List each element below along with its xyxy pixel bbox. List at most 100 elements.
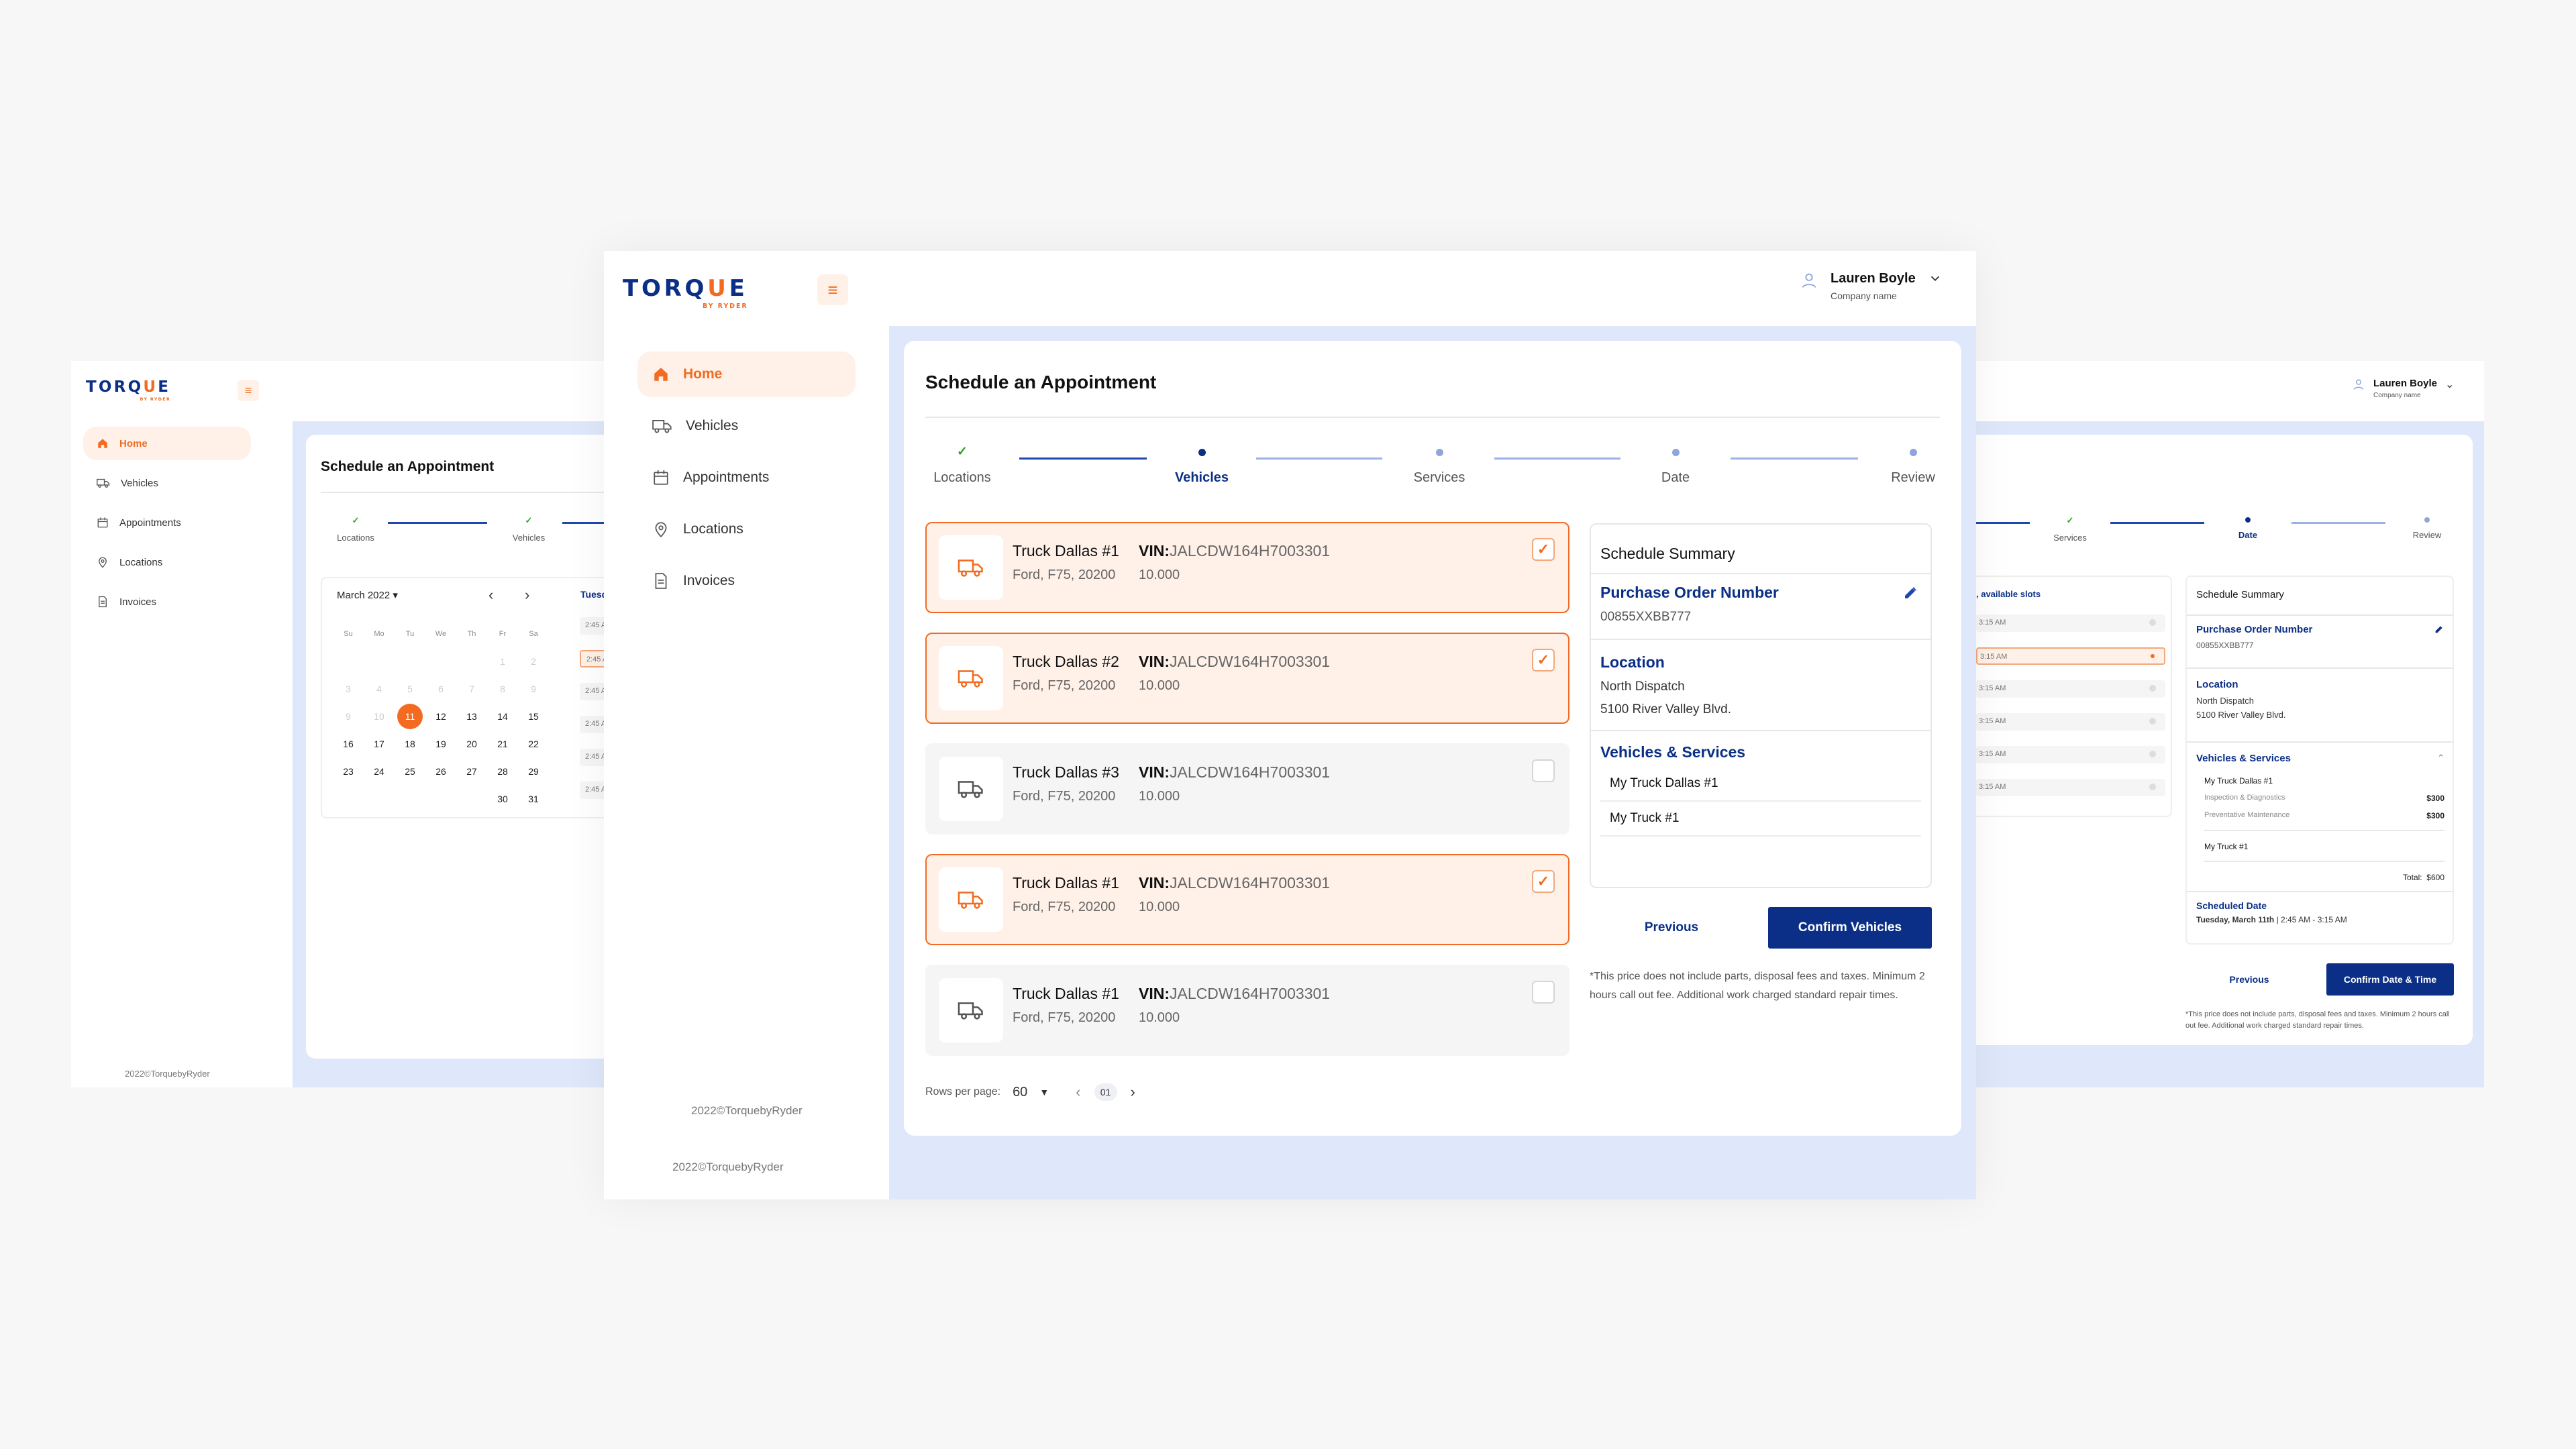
sidebar-item-vehicles[interactable]: Vehicles	[637, 403, 856, 449]
sidebar-item-label: Appointments	[119, 517, 181, 529]
calendar-day[interactable]: 9	[518, 675, 549, 702]
vehicle-card[interactable]: Truck Dallas #1 Ford, F75, 20200 VIN:JAL…	[925, 522, 1569, 613]
vehicle-mileage: 10.000	[1139, 678, 1180, 693]
time-slot[interactable]: 2:45 AM	[580, 617, 604, 635]
menu-toggle-button[interactable]: ≡	[238, 380, 259, 401]
calendar-day[interactable]: 21	[487, 730, 518, 757]
vehicle-card[interactable]: Truck Dallas #1 Ford, F75, 20200 VIN:JAL…	[925, 965, 1569, 1056]
time-slot[interactable]: 3:15 AM	[1976, 713, 2165, 731]
calendar-day[interactable]: 12	[425, 702, 456, 730]
rows-per-page-select[interactable]: 60	[1013, 1085, 1027, 1100]
step-review[interactable]: Review	[2387, 515, 2467, 540]
time-slot[interactable]: 2:45 AM	[580, 749, 604, 766]
vehicle-card[interactable]: Truck Dallas #3 Ford, F75, 20200 VIN:JAL…	[925, 743, 1569, 835]
vehicle-checkbox[interactable]	[1532, 759, 1555, 782]
vehicle-card[interactable]: Truck Dallas #1 Ford, F75, 20200 VIN:JAL…	[925, 854, 1569, 945]
calendar-day	[333, 647, 364, 675]
step-locations[interactable]: ✓ Locations	[925, 445, 999, 486]
caret-down-icon[interactable]: ▼	[1039, 1087, 1049, 1097]
time-slot[interactable]: 2:45 AM	[580, 683, 604, 700]
calendar-day[interactable]: 30	[487, 785, 518, 812]
calendar-day[interactable]: 3	[333, 675, 364, 702]
calendar-day[interactable]: 11	[397, 703, 423, 729]
calendar-day[interactable]: 4	[364, 675, 395, 702]
step-date[interactable]: Date	[1635, 445, 1716, 486]
calendar-day[interactable]: 24	[364, 757, 395, 785]
chevron-up-icon[interactable]: ⌃	[2437, 753, 2444, 763]
step-review[interactable]: Review	[1873, 445, 1953, 486]
time-slot[interactable]: 3:15 AM	[1976, 746, 2165, 763]
calendar-day[interactable]: 17	[364, 730, 395, 757]
vehicle-mileage: 10.000	[1139, 568, 1180, 582]
user-menu[interactable]: Lauren Boyle Company name ⌄	[2352, 378, 2454, 399]
next-month-button[interactable]: ›	[525, 586, 529, 604]
edit-pencil-icon[interactable]	[1902, 585, 1918, 601]
calendar-day[interactable]: 15	[518, 702, 549, 730]
calendar-day[interactable]: 19	[425, 730, 456, 757]
calendar-day[interactable]: 9	[333, 702, 364, 730]
user-menu[interactable]: Lauren Boyle Company name	[1800, 271, 1943, 301]
calendar-day[interactable]: 7	[456, 675, 487, 702]
sidebar-item-locations[interactable]: Locations	[83, 545, 251, 579]
vehicle-checkbox[interactable]	[1532, 981, 1555, 1004]
sidebar-item-appointments[interactable]: Appointments	[637, 455, 856, 500]
sidebar-item-home[interactable]: Home	[83, 427, 251, 460]
time-slot[interactable]: 3:15 AM	[1976, 614, 2165, 632]
vehicle-checkbox[interactable]: ✓	[1532, 538, 1555, 561]
calendar-day[interactable]: 13	[456, 702, 487, 730]
sidebar-item-appointments[interactable]: Appointments	[83, 506, 251, 539]
time-slot[interactable]: 2:45 AM	[580, 782, 604, 799]
vehicle-checkbox[interactable]: ✓	[1532, 870, 1555, 893]
confirm-vehicles-button[interactable]: Confirm Vehicles	[1768, 907, 1932, 949]
calendar-day[interactable]: 18	[395, 730, 425, 757]
calendar-day[interactable]: 22	[518, 730, 549, 757]
calendar-day[interactable]: 16	[333, 730, 364, 757]
step-services[interactable]: ✓ Services	[2030, 515, 2110, 543]
month-selector[interactable]: March 2022 ▾	[337, 589, 398, 601]
next-page-button[interactable]: ›	[1131, 1083, 1135, 1101]
sidebar-item-vehicles[interactable]: Vehicles	[83, 466, 251, 500]
page-title: Schedule an Appointment	[321, 459, 495, 474]
previous-button[interactable]: Previous	[2185, 963, 2313, 996]
calendar-day[interactable]: 27	[456, 757, 487, 785]
previous-button[interactable]: Previous	[1590, 907, 1753, 949]
calendar-day[interactable]: 14	[487, 702, 518, 730]
sidebar-item-invoices[interactable]: Invoices	[83, 585, 251, 619]
step-dot	[1198, 449, 1206, 456]
time-slot[interactable]: 2:45 AM	[580, 716, 604, 733]
calendar-day[interactable]: 10	[364, 702, 395, 730]
current-page[interactable]: 01	[1094, 1083, 1117, 1101]
edit-pencil-icon[interactable]	[2434, 624, 2444, 635]
step-vehicles[interactable]: ✓ Vehicles	[494, 515, 564, 543]
calendar-day[interactable]: 25	[395, 757, 425, 785]
calendar-day[interactable]: 23	[333, 757, 364, 785]
time-slot[interactable]: 3:15 AM	[1976, 647, 2165, 665]
prev-month-button[interactable]: ‹	[488, 586, 493, 604]
calendar-day[interactable]: 8	[487, 675, 518, 702]
calendar-day[interactable]: 5	[395, 675, 425, 702]
prev-page-button[interactable]: ‹	[1076, 1083, 1080, 1101]
calendar-day[interactable]: 2	[518, 647, 549, 675]
vehicle-card[interactable]: Truck Dallas #2 Ford, F75, 20200 VIN:JAL…	[925, 633, 1569, 724]
time-slot[interactable]: 3:15 AM	[1976, 680, 2165, 698]
step-services[interactable]: Services	[1399, 445, 1480, 486]
sidebar-item-locations[interactable]: Locations	[637, 506, 856, 552]
calendar-day[interactable]: 20	[456, 730, 487, 757]
calendar-day[interactable]: 29	[518, 757, 549, 785]
sidebar-item-home[interactable]: Home	[637, 352, 856, 397]
calendar-day[interactable]: 28	[487, 757, 518, 785]
vehicle-name: Truck Dallas #2	[1013, 653, 1119, 670]
time-slot[interactable]: 2:45 AM	[580, 650, 604, 667]
step-date[interactable]: Date	[2208, 515, 2288, 540]
calendar-day[interactable]: 31	[518, 785, 549, 812]
time-slot[interactable]: 3:15 AM	[1976, 779, 2165, 796]
calendar-day[interactable]: 6	[425, 675, 456, 702]
calendar-day[interactable]: 1	[487, 647, 518, 675]
sidebar-item-invoices[interactable]: Invoices	[637, 558, 856, 604]
calendar-day[interactable]: 26	[425, 757, 456, 785]
confirm-date-button[interactable]: Confirm Date & Time	[2326, 963, 2454, 996]
menu-toggle-button[interactable]: ≡	[817, 274, 848, 305]
step-vehicles[interactable]: Vehicles	[1162, 445, 1242, 486]
vehicle-checkbox[interactable]: ✓	[1532, 649, 1555, 672]
step-locations[interactable]: ✓ Locations	[321, 515, 391, 543]
